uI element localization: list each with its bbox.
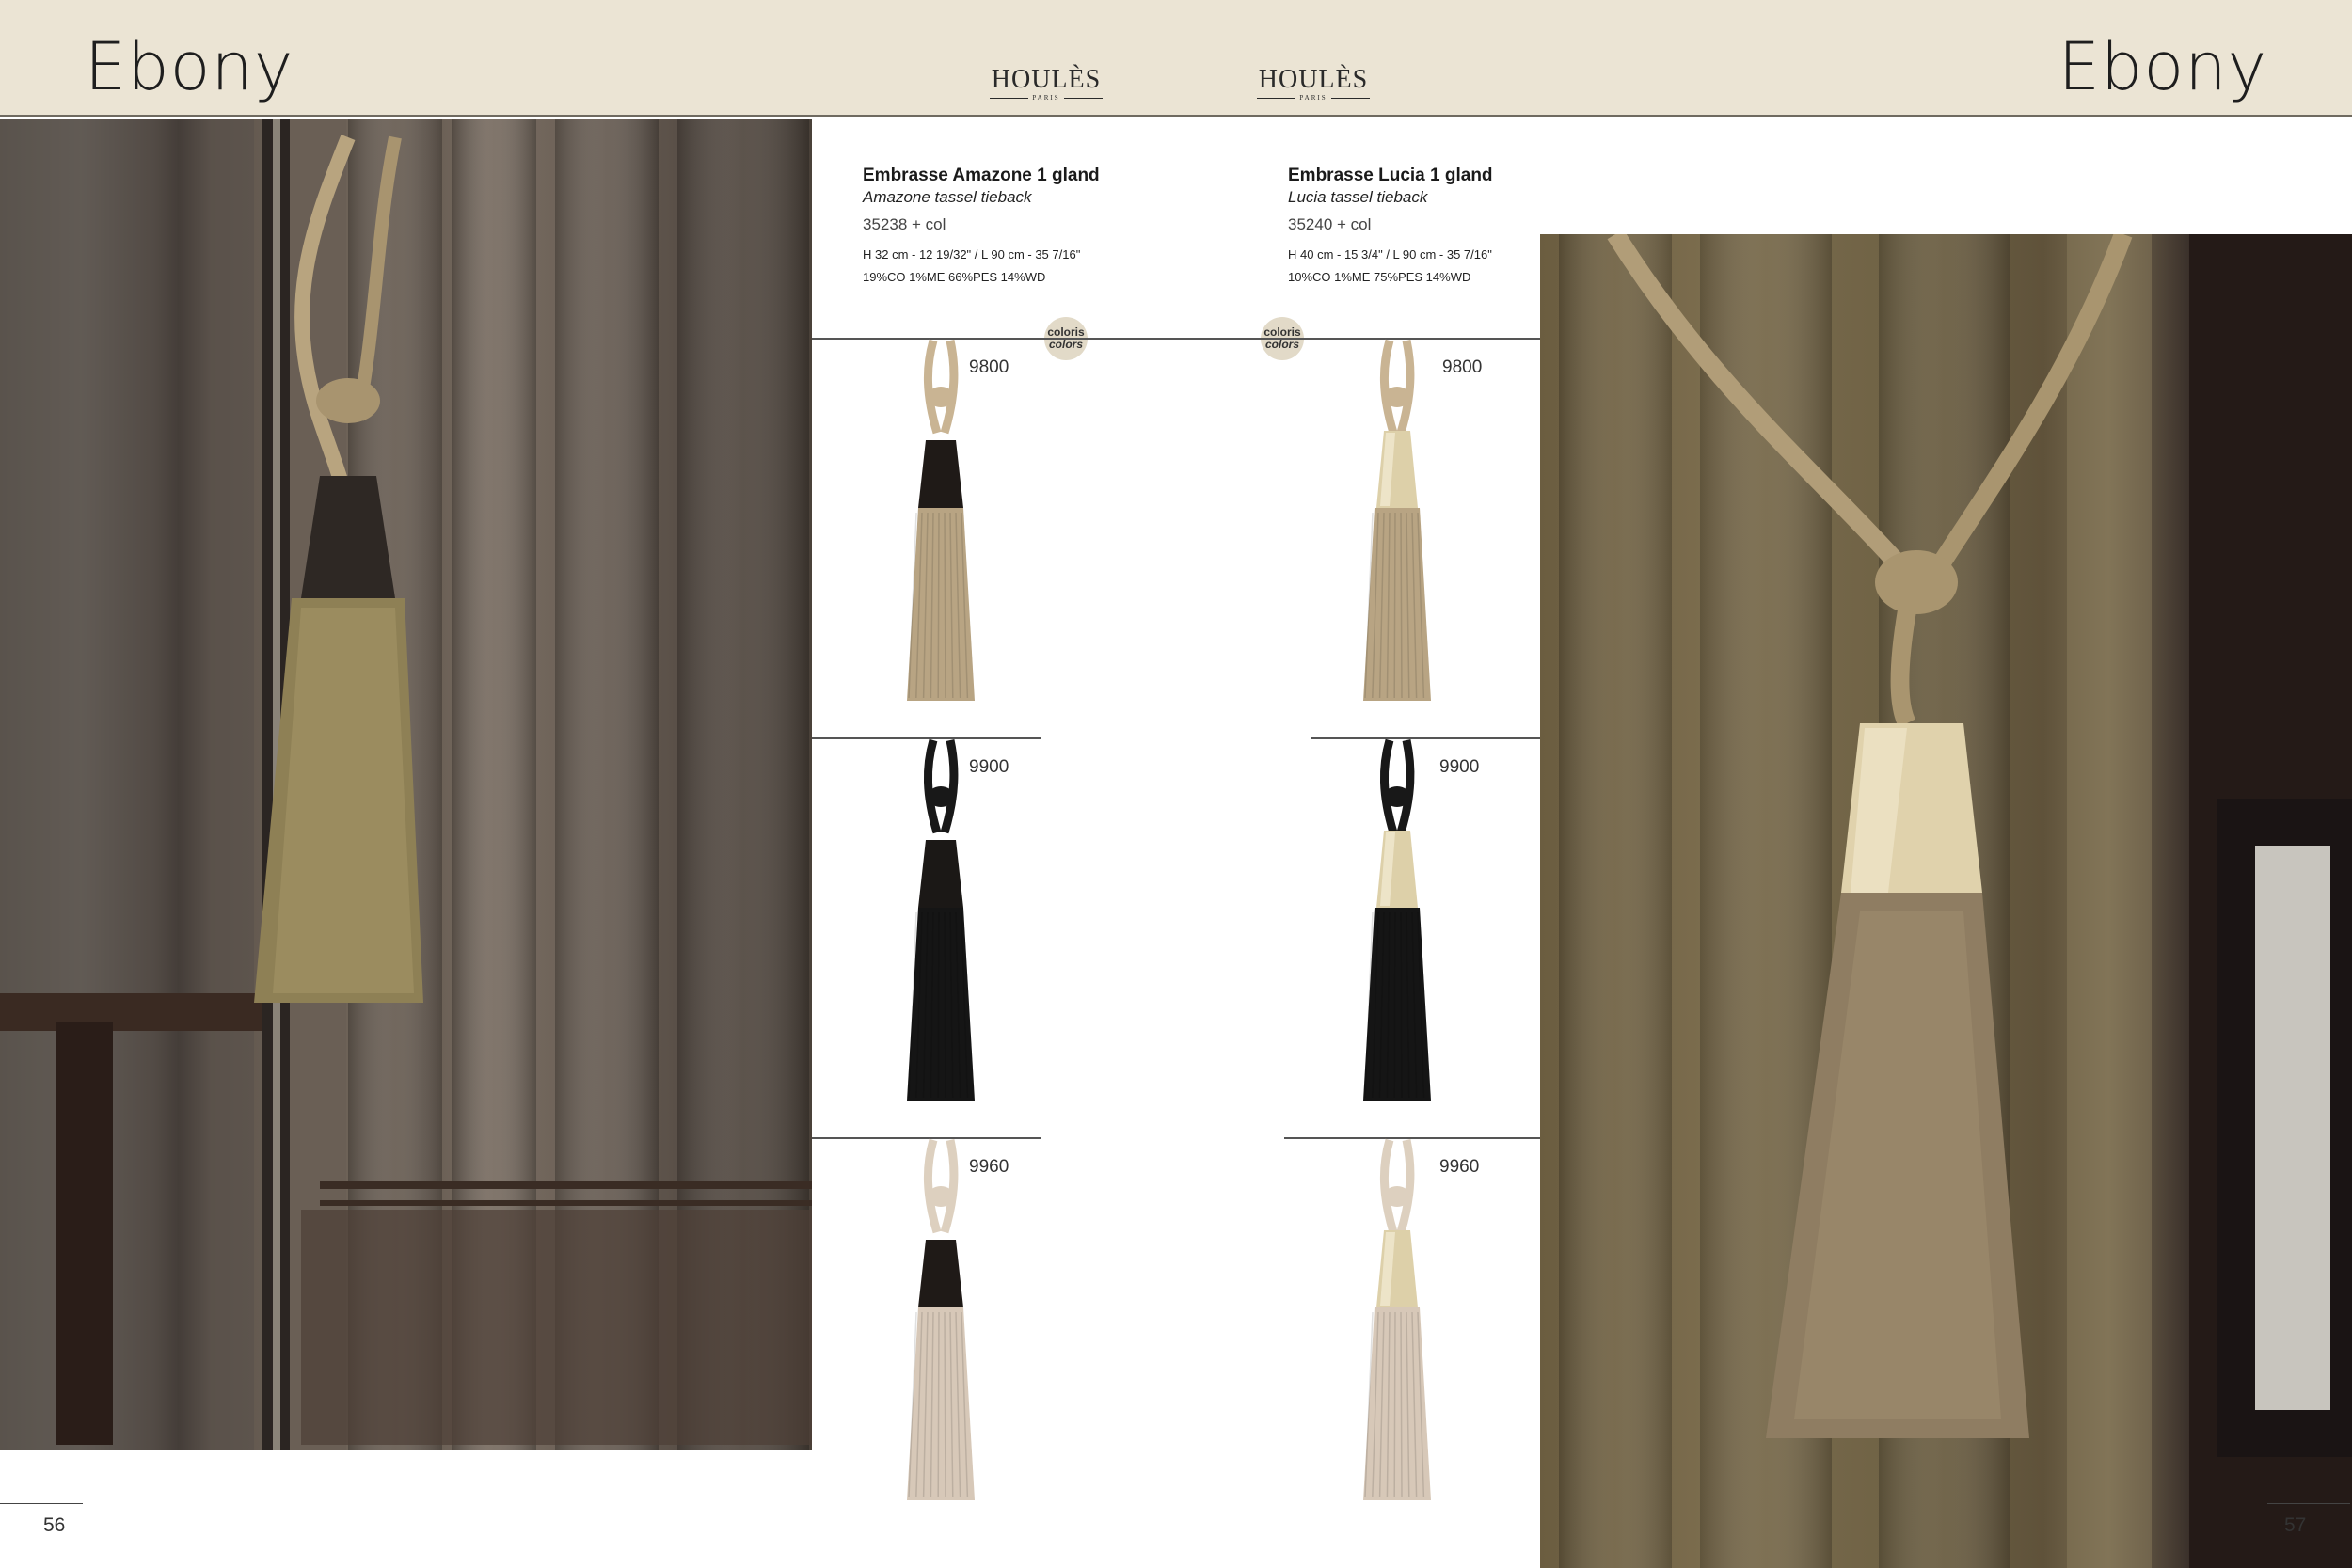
tassel-cap	[918, 840, 963, 908]
tassel-fringe-strand	[944, 1311, 946, 1498]
collection-title-right: Ebony	[2058, 28, 2267, 105]
product-ref-amazone: 35238 + col	[863, 215, 946, 233]
badge-line2: colors	[1264, 338, 1299, 351]
tassel-cord	[1396, 340, 1415, 435]
tassel-fringe-strand	[937, 1311, 940, 1498]
tassel-cord	[1396, 1139, 1415, 1234]
tassel-fringe-strand	[1400, 1311, 1403, 1498]
tassel-cord	[923, 1138, 942, 1234]
product-ref-lucia: 35240 + col	[1288, 215, 1372, 233]
product-subtitle-amazone: Amazone tassel tieback	[863, 188, 1032, 206]
tassel-swatch-lucia-9800	[1363, 339, 1431, 701]
tassel-fringe-strand	[1393, 512, 1396, 699]
badge-line2: colors	[1048, 338, 1083, 351]
tassel-swatch-amazone-9800	[907, 339, 975, 701]
header-band	[0, 0, 2352, 117]
tassel-swatch-lucia-9960	[1363, 1138, 1431, 1500]
product-title-lucia: Embrasse Lucia 1 gland	[1288, 166, 1493, 185]
photo-curtain-right	[1540, 234, 2352, 1568]
tassel-cord	[940, 739, 959, 834]
tassel-fringe-strand	[1393, 911, 1396, 1099]
brand-sub: PARIS	[1257, 94, 1370, 102]
tassel-cap	[918, 440, 963, 508]
page-rule-right	[2267, 1503, 2350, 1504]
curtain-illustration-left	[0, 119, 812, 1450]
tassel-knot	[928, 1186, 954, 1207]
tassel-cap	[918, 1240, 963, 1307]
product-dimensions-lucia: H 40 cm - 15 3/4" / L 90 cm - 35 7/16"	[1288, 247, 1492, 261]
product-composition-lucia: 10%CO 1%ME 75%PES 14%WD	[1288, 270, 1471, 284]
brand-name: HOULÈS	[991, 65, 1102, 94]
tassel-knot	[928, 387, 954, 407]
page-number-left: 56	[43, 1514, 66, 1536]
tassel-cord	[1396, 739, 1415, 834]
tassel-fringe-strand	[1400, 512, 1403, 699]
curtain-illustration-right	[1559, 234, 2352, 1568]
tassel-cord	[923, 738, 942, 834]
collection-title-left: Ebony	[85, 28, 294, 105]
tassel-knot	[1384, 786, 1410, 807]
tassel-knot	[928, 786, 954, 807]
brand-logo-left: HOULÈS PARIS	[990, 65, 1103, 103]
tassel-fringe-strand	[944, 512, 946, 699]
tassel-knot	[1384, 1186, 1410, 1207]
product-subtitle-lucia: Lucia tassel tieback	[1288, 188, 1428, 206]
brand-name: HOULÈS	[1258, 65, 1369, 94]
tassel-fringe-strand	[1393, 1311, 1396, 1498]
tassel-knot	[1384, 387, 1410, 407]
tassel-cord	[1379, 339, 1398, 435]
tassel-fringe-strand	[1400, 911, 1403, 1099]
page-number-right: 57	[2284, 1514, 2307, 1536]
tassel-swatch-lucia-9900	[1363, 738, 1431, 1101]
product-composition-amazone: 19%CO 1%ME 66%PES 14%WD	[863, 270, 1046, 284]
page-rule-left	[0, 1503, 83, 1504]
tassel-fringe-strand	[937, 911, 940, 1099]
tassel-fringe-strand	[937, 512, 940, 699]
photo-curtain-left	[0, 119, 812, 1450]
tassel-swatch-amazone-9960	[907, 1138, 975, 1500]
tassel-cord	[923, 339, 942, 435]
tassel-fringe-strand	[944, 911, 946, 1099]
product-dimensions-amazone: H 32 cm - 12 19/32" / L 90 cm - 35 7/16"	[863, 247, 1081, 261]
brand-logo-right: HOULÈS PARIS	[1257, 65, 1370, 103]
tassel-cord	[940, 1139, 959, 1234]
product-title-amazone: Embrasse Amazone 1 gland	[863, 166, 1100, 185]
tassel-swatch-amazone-9900	[907, 738, 975, 1101]
brand-sub: PARIS	[990, 94, 1103, 102]
tassel-cord	[1379, 738, 1398, 834]
tassel-cord	[1379, 1138, 1398, 1234]
tassel-cord	[940, 340, 959, 435]
